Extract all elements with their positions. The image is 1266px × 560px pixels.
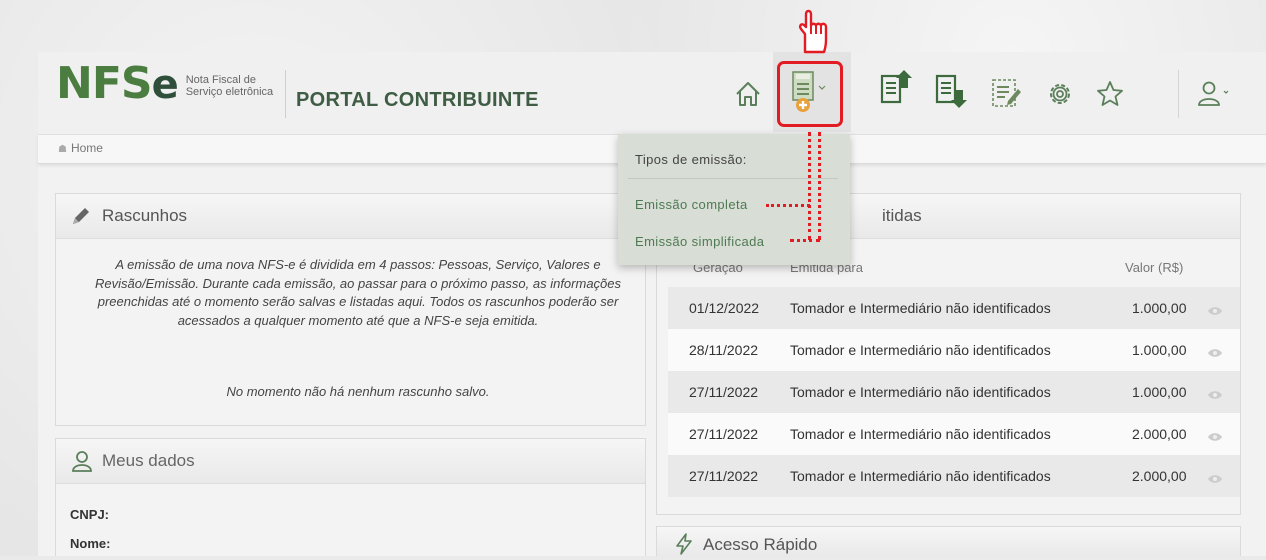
rascunhos-empty-message: No momento não há nenhum rascunho salvo. [226, 384, 490, 399]
breadcrumb-home-icon: ☗ [58, 144, 67, 155]
menu-item-emissao-simplificada[interactable]: Emissão simplificada [635, 234, 764, 249]
row-value: 2.000,00 [1132, 426, 1187, 442]
dropdown-title: Tipos de emissão: [635, 152, 747, 167]
row-recipient: Tomador e Intermediário não identificado… [790, 426, 1051, 442]
row-date: 01/12/2022 [689, 300, 760, 316]
view-eye-icon[interactable] [1207, 429, 1223, 447]
table-row[interactable]: 27/11/2022 Tomador e Intermediário não i… [668, 413, 1240, 455]
row-recipient: Tomador e Intermediário não identificado… [790, 384, 1051, 400]
emitidas-title: itidas [882, 206, 922, 225]
table-row[interactable]: 27/11/2022 Tomador e Intermediário não i… [668, 371, 1240, 413]
download-document-icon[interactable] [933, 74, 969, 110]
col-valor: Valor (R$) [1125, 260, 1184, 275]
row-date: 27/11/2022 [689, 384, 759, 400]
table-row[interactable]: 01/12/2022 Tomador e Intermediário não i… [668, 287, 1240, 329]
acesso-rapido-title: Acesso Rápido [703, 535, 818, 554]
view-eye-icon[interactable] [1207, 345, 1223, 363]
nome-label: Nome: [70, 536, 111, 551]
rascunhos-description: A emissão de uma nova NFS-e é dividida e… [94, 257, 622, 328]
user-icon [70, 449, 94, 478]
row-date: 28/11/2022 [689, 342, 759, 358]
row-recipient: Tomador e Intermediário não identificado… [790, 468, 1051, 484]
logo-wordmark: NFSe [56, 62, 179, 108]
upload-document-icon[interactable] [878, 70, 914, 106]
table-row[interactable]: 28/11/2022 Tomador e Intermediário não i… [668, 329, 1240, 371]
logo-brand-e: e [151, 62, 179, 108]
header-divider [285, 70, 286, 118]
emit-icon-highlight [777, 61, 843, 127]
row-recipient: Tomador e Intermediário não identificado… [790, 300, 1051, 316]
row-value: 1.000,00 [1132, 384, 1187, 400]
user-profile-icon[interactable] [1195, 76, 1231, 112]
annotation-connector [790, 239, 820, 242]
edit-document-icon[interactable] [988, 76, 1024, 112]
row-value: 2.000,00 [1132, 468, 1187, 484]
pointing-hand-icon [791, 8, 831, 61]
settings-gear-icon[interactable] [1042, 76, 1078, 112]
meus-dados-title: Meus dados [102, 451, 195, 470]
breadcrumb-home-label: Home [70, 141, 103, 155]
annotation-connector [818, 132, 821, 240]
pencil-icon [70, 205, 92, 232]
acesso-rapido-panel: Acesso Rápido [656, 526, 1241, 557]
logo-tagline-line2: Serviço eletrônica [185, 86, 274, 98]
row-value: 1.000,00 [1132, 342, 1187, 358]
cnpj-label: CNPJ: [70, 507, 110, 522]
row-date: 27/11/2022 [689, 468, 759, 484]
annotation-connector [766, 204, 810, 207]
rascunhos-panel: Rascunhos A emissão de uma nova NFS-e é … [55, 193, 646, 426]
menu-item-emissao-completa[interactable]: Emissão completa [635, 197, 748, 212]
view-eye-icon[interactable] [1207, 387, 1223, 405]
nfse-logo[interactable]: NFSe Nota Fiscal de Serviço eletrônica [56, 62, 273, 106]
rascunhos-title: Rascunhos [102, 206, 188, 225]
favorite-star-icon[interactable] [1092, 76, 1128, 112]
breadcrumb[interactable]: ☗ Home [58, 141, 103, 155]
view-eye-icon[interactable] [1207, 471, 1223, 489]
logo-tagline-line1: Nota Fiscal de [185, 74, 257, 86]
row-recipient: Tomador e Intermediário não identificado… [790, 342, 1051, 358]
dropdown-divider [628, 178, 838, 179]
row-date: 27/11/2022 [689, 426, 759, 442]
view-eye-icon[interactable] [1207, 303, 1223, 321]
table-row[interactable]: 27/11/2022 Tomador e Intermediário não i… [668, 455, 1240, 497]
meus-dados-panel: Meus dados CNPJ: Nome: [55, 438, 646, 556]
logo-brand: NFS [56, 58, 153, 109]
home-icon[interactable] [730, 76, 766, 112]
row-value: 1.000,00 [1132, 300, 1187, 316]
annotation-connector [808, 132, 811, 240]
nav-divider [1178, 70, 1179, 118]
portal-title: PORTAL CONTRIBUINTE [296, 89, 539, 111]
logo-tagline: Nota Fiscal de Serviço eletrônica [186, 74, 273, 98]
